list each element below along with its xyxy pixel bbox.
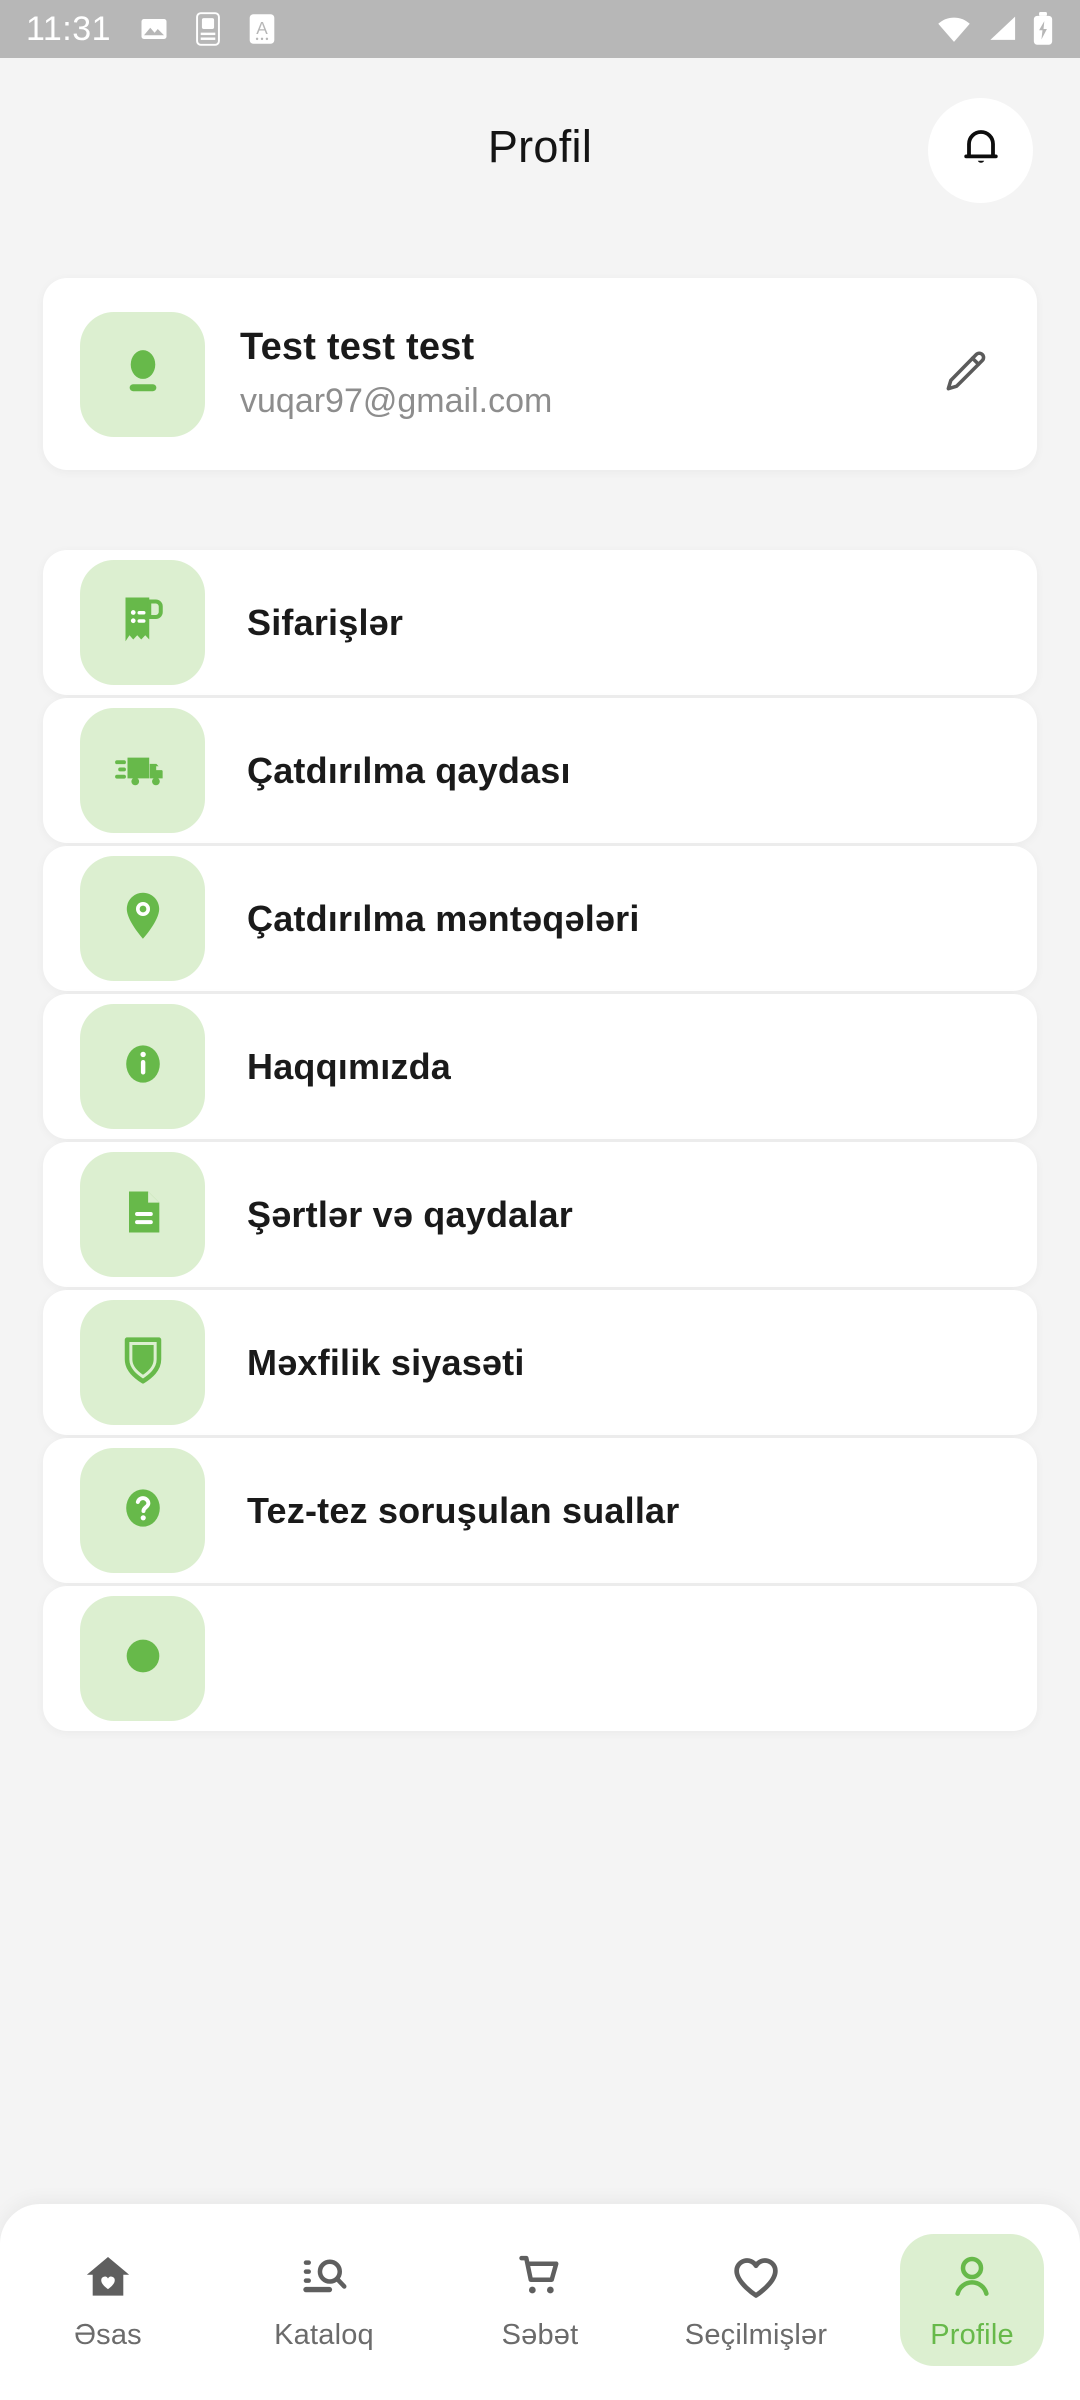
shopping-cart-icon xyxy=(513,2250,567,2309)
shield-icon xyxy=(114,1331,172,1394)
menu-item-label: Çatdırılma məntəqələri xyxy=(247,897,640,939)
nav-tab-catalog[interactable]: Kataloq xyxy=(216,2220,432,2366)
sim-card-icon xyxy=(195,12,221,46)
menu-icon-wrapper xyxy=(80,856,205,981)
edit-profile-button[interactable] xyxy=(929,338,1001,410)
page-header: Profil xyxy=(0,58,1080,254)
menu-item-label: Tez-tez soruşulan suallar xyxy=(247,1489,680,1531)
home-heart-icon xyxy=(81,2250,135,2309)
person-icon xyxy=(945,2250,999,2309)
nav-tab-cart[interactable]: Səbət xyxy=(432,2220,648,2366)
menu-item-faq[interactable]: Tez-tez soruşulan suallar xyxy=(43,1438,1037,1583)
delivery-truck-icon xyxy=(112,737,174,804)
nav-tab-home[interactable]: Əsas xyxy=(0,2220,216,2366)
info-icon xyxy=(115,1036,171,1097)
nav-tab-label: Profile xyxy=(930,2319,1014,2351)
menu-icon-wrapper xyxy=(80,1596,205,1721)
menu-item-label: Sifarişlər xyxy=(247,601,404,643)
menu-item-label: Çatdırılma qaydası xyxy=(247,749,571,791)
nav-tab-label: Əsas xyxy=(74,2319,142,2351)
nav-tab-favorites[interactable]: Seçilmişlər xyxy=(648,2220,864,2366)
menu-icon-wrapper xyxy=(80,708,205,833)
nav-tab-profile[interactable]: Profile xyxy=(864,2220,1080,2366)
menu-icon-wrapper xyxy=(80,1300,205,1425)
menu-item-label: Haqqımızda xyxy=(247,1045,452,1087)
profile-summary-card[interactable]: Test test test vuqar97@gmail.com xyxy=(43,278,1037,470)
status-bar-system-icons xyxy=(936,12,1054,46)
pencil-icon xyxy=(940,347,990,402)
profile-email: vuqar97@gmail.com xyxy=(240,381,553,420)
nav-tab-label: Kataloq xyxy=(274,2319,374,2351)
page-title: Profil xyxy=(487,121,593,172)
menu-icon-wrapper xyxy=(80,1448,205,1573)
avatar xyxy=(80,311,205,437)
wifi-icon xyxy=(936,14,972,44)
profile-name: Test test test xyxy=(240,326,475,369)
cellular-signal-icon xyxy=(986,14,1018,44)
font-size-icon: A xyxy=(247,13,277,45)
menu-icon-wrapper xyxy=(80,1004,205,1129)
menu-item-delivery-rules[interactable]: Çatdırılma qaydası xyxy=(43,698,1037,843)
bell-icon xyxy=(957,124,1005,177)
user-avatar-icon xyxy=(111,340,175,409)
menu-item-terms-and-rules[interactable]: Şərtlər və qaydalar xyxy=(43,1142,1037,1287)
menu-item-about-us[interactable]: Haqqımızda xyxy=(43,994,1037,1139)
menu-item-label: Şərtlər və qaydalar xyxy=(247,1193,573,1235)
menu-icon-wrapper xyxy=(80,1152,205,1277)
menu-item-orders[interactable]: Sifarişlər xyxy=(43,550,1037,695)
svg-text:A: A xyxy=(256,18,268,38)
nav-tab-label: Səbət xyxy=(501,2319,579,2351)
profile-content: Test test test vuqar97@gmail.com Sifariş… xyxy=(0,254,1080,2204)
profile-identity: Test test test vuqar97@gmail.com xyxy=(240,323,929,424)
bottom-navigation-bar: Əsas Kataloq Səbət Seçilmişlər Profile xyxy=(0,2204,1080,2400)
menu-item-label: Məxfilik siyasəti xyxy=(247,1341,525,1383)
status-bar-clock: 11:31 xyxy=(26,9,112,48)
receipt-icon xyxy=(113,590,173,655)
partial-hidden-icon xyxy=(115,1628,171,1689)
battery-charging-icon xyxy=(1032,12,1054,46)
heart-icon xyxy=(729,2250,783,2309)
menu-icon-wrapper xyxy=(80,560,205,685)
notifications-button[interactable] xyxy=(928,98,1033,203)
menu-item-delivery-points[interactable]: Çatdırılma məntəqələri xyxy=(43,846,1037,991)
menu-item-partially-visible[interactable] xyxy=(43,1586,1037,1731)
menu-item-privacy-policy[interactable]: Məxfilik siyasəti xyxy=(43,1290,1037,1435)
document-icon xyxy=(115,1184,171,1245)
image-icon xyxy=(139,14,169,44)
status-bar: 11:31 A xyxy=(0,0,1080,58)
app-screen: 11:31 A Profil Test test test vuqar97@gm… xyxy=(0,0,1080,2400)
status-bar-notification-icons: A xyxy=(139,12,277,46)
catalog-search-icon xyxy=(297,2250,351,2309)
nav-tab-label: Seçilmişlər xyxy=(684,2319,828,2351)
question-mark-icon xyxy=(115,1480,171,1541)
map-pin-icon xyxy=(114,887,172,950)
